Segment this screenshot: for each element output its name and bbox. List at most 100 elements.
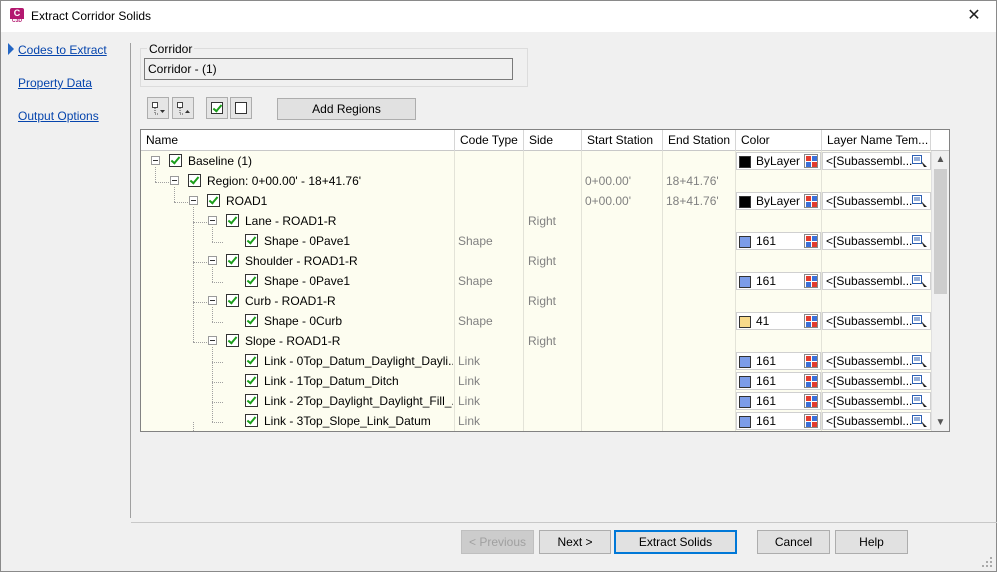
column-header-start-station[interactable]: Start Station [582,130,663,151]
cell-side: Right [528,334,557,348]
check-all-button[interactable] [206,97,228,119]
resize-grip-icon[interactable] [982,557,992,567]
edit-layer-icon[interactable] [912,154,928,168]
collapse-node-icon[interactable] [208,336,217,345]
row-checkbox[interactable] [226,294,239,307]
table-row[interactable]: Link - 3Top_Slope_Link_Datum Link 161 <[Sub… [141,411,931,431]
color-picker-icon[interactable] [804,234,818,248]
wizard-nav: Codes to Extract Property Data Output Op… [1,32,129,522]
color-picker-icon[interactable] [804,194,818,208]
collapse-node-icon[interactable] [208,256,217,265]
row-checkbox[interactable] [226,334,239,347]
row-checkbox[interactable] [245,354,258,367]
scroll-down-icon[interactable]: ▼ [932,414,949,431]
cancel-button[interactable]: Cancel [757,530,830,554]
vertical-scrollbar[interactable]: ▲ ▼ [931,151,949,431]
color-picker-icon[interactable] [804,314,818,328]
row-checkbox[interactable] [169,154,182,167]
collapse-node-icon[interactable] [170,176,179,185]
edit-layer-icon[interactable] [912,414,928,428]
color-cell[interactable]: 161 [736,352,821,370]
color-cell[interactable]: 161 [736,392,821,410]
table-row[interactable]: Region: 0+00.00' - 18+41.76' 0+00.00' 18+4… [141,171,931,191]
color-cell[interactable]: 161 [736,232,821,250]
edit-layer-icon[interactable] [912,274,928,288]
table-row[interactable]: Link - 2Top_Daylight_Daylight_Fill_... Li… [141,391,931,411]
previous-button[interactable]: < Previous [461,530,534,554]
row-checkbox[interactable] [245,274,258,287]
table-row[interactable]: Lane - ROAD1-R Right [141,211,931,231]
color-picker-icon[interactable] [804,374,818,388]
collapse-all-button[interactable] [172,97,194,119]
cell-start-station [585,411,661,431]
edit-layer-icon[interactable] [912,394,928,408]
edit-layer-icon[interactable] [912,354,928,368]
row-checkbox[interactable] [245,314,258,327]
nav-output-options[interactable]: Output Options [18,109,99,123]
color-picker-icon[interactable] [804,274,818,288]
collapse-node-icon[interactable] [208,216,217,225]
table-row[interactable]: Link - 0Top_Datum_Daylight_Dayli... Link 1… [141,351,931,371]
help-button[interactable]: Help [835,530,908,554]
layer-template-cell[interactable]: <[Subassembl... [822,232,931,250]
column-header-code-type[interactable]: Code Type [455,130,524,151]
table-row[interactable]: Shape - 0Curb Shape 41 <[Subassembl... [141,311,931,331]
edit-layer-icon[interactable] [912,194,928,208]
add-regions-button[interactable]: Add Regions [277,98,416,120]
table-row[interactable]: Shape - 0Pave1 Shape 161 <[Subassembl... [141,271,931,291]
color-cell[interactable]: 41 [736,312,821,330]
nav-codes-to-extract[interactable]: Codes to Extract [18,43,107,57]
table-row[interactable]: Link - 1Top_Datum_Ditch Link 161 <[Subassem… [141,371,931,391]
collapse-node-icon[interactable] [151,156,160,165]
edit-layer-icon[interactable] [912,374,928,388]
layer-template-cell[interactable]: <[Subassembl... [822,272,931,290]
close-button[interactable]: ✕ [952,1,996,32]
uncheck-all-button[interactable] [230,97,252,119]
extract-solids-button[interactable]: Extract Solids [614,530,737,554]
color-picker-icon[interactable] [804,394,818,408]
column-header-name[interactable]: Name [141,130,455,151]
scroll-thumb[interactable] [934,169,947,294]
color-cell[interactable]: 161 [736,372,821,390]
layer-template-cell[interactable]: <[Subassembl... [822,152,931,170]
edit-layer-icon[interactable] [912,234,928,248]
color-picker-icon[interactable] [804,414,818,428]
color-picker-icon[interactable] [804,354,818,368]
color-picker-icon[interactable] [804,154,818,168]
row-checkbox[interactable] [245,394,258,407]
table-row[interactable]: Baseline (1) ByLayer <[Subassembl... [141,151,931,171]
color-cell[interactable]: ByLayer [736,152,821,170]
column-header-layer-name-template[interactable]: Layer Name Tem... [822,130,931,151]
layer-template-cell[interactable]: <[Subassembl... [822,392,931,410]
table-row[interactable]: Shoulder - ROAD1-R Right [141,251,931,271]
column-header-color[interactable]: Color [736,130,822,151]
layer-template-cell[interactable]: <[Subassembl... [822,312,931,330]
collapse-node-icon[interactable] [189,196,198,205]
color-cell[interactable]: 161 [736,412,821,430]
edit-layer-icon[interactable] [912,314,928,328]
row-checkbox[interactable] [226,254,239,267]
scroll-up-icon[interactable]: ▲ [932,151,949,168]
row-checkbox[interactable] [226,214,239,227]
table-row[interactable]: Curb - ROAD1-R Right [141,291,931,311]
collapse-node-icon[interactable] [208,296,217,305]
layer-template-cell[interactable]: <[Subassembl... [822,352,931,370]
row-checkbox[interactable] [188,174,201,187]
column-header-side[interactable]: Side [524,130,582,151]
color-cell[interactable]: ByLayer [736,192,821,210]
table-row[interactable]: ROAD1 0+00.00' 18+41.76' ByLayer <[Subassemb… [141,191,931,211]
row-checkbox[interactable] [245,234,258,247]
nav-property-data[interactable]: Property Data [18,76,92,90]
color-cell[interactable]: 161 [736,272,821,290]
layer-template-cell[interactable]: <[Subassembl... [822,192,931,210]
table-row[interactable]: Slope - ROAD1-R Right [141,331,931,351]
layer-template-cell[interactable]: <[Subassembl... [822,372,931,390]
layer-template-cell[interactable]: <[Subassembl... [822,412,931,430]
next-button[interactable]: Next > [539,530,611,554]
row-checkbox[interactable] [207,194,220,207]
row-checkbox[interactable] [245,374,258,387]
expand-all-button[interactable] [147,97,169,119]
table-row[interactable]: Shape - 0Pave1 Shape 161 <[Subassembl... [141,231,931,251]
row-checkbox[interactable] [245,414,258,427]
column-header-end-station[interactable]: End Station [663,130,736,151]
